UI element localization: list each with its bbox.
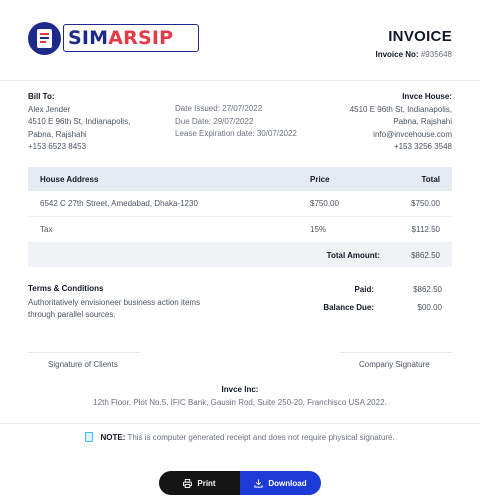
table-row: 6542 C 27th Street, Amedabad, Dhaka-1230… [28, 191, 452, 217]
header-total: Total [421, 174, 440, 184]
invoice-number-label: Invoice No: [375, 50, 419, 59]
download-button[interactable]: Download [240, 471, 321, 495]
header-house-address: House Address [40, 174, 99, 184]
terms-block: Terms & Conditions Authoritatively envis… [28, 283, 208, 322]
paid-value: $862.50 [413, 285, 442, 294]
row-tax-label: Tax [40, 225, 53, 234]
download-icon [254, 478, 263, 488]
company-name: Invce Inc: [221, 385, 259, 394]
total-amount-row: Total Amount: $862.50 [28, 243, 452, 267]
printer-icon [183, 478, 193, 488]
print-button[interactable]: Print [159, 471, 240, 495]
company-address: 12th Floor, Plot No.5, IFIC Bank, Gausin… [93, 398, 387, 407]
lease-expiration: Lease Expiration date: 30/07/2022 [175, 129, 297, 139]
from-city: Pabna, Rajshahi [393, 117, 452, 127]
footer-divider [0, 423, 480, 424]
print-button-label: Print [197, 478, 216, 488]
note-label: NOTE: [100, 433, 126, 442]
bill-to-block: Bill To: Alex Jender 4510 E 96th St, Ind… [28, 91, 130, 154]
table-header: House Address Price Total [28, 167, 452, 191]
from-heading: Invce House: [402, 92, 452, 101]
client-signature-label: Signature of Clients [48, 360, 118, 369]
date-issued: Date Issued: 27/07/2022 [175, 104, 263, 113]
note-text: This is computer generated receipt and d… [127, 433, 395, 442]
balance-label: Balance Due: [323, 303, 374, 312]
bill-to-phone: +153 6523 8453 [28, 142, 87, 152]
note-line: NOTE: This is computer generated receipt… [0, 432, 480, 442]
bill-to-name: Alex Jender [28, 104, 71, 114]
from-phone: +153 3256 3548 [393, 142, 452, 152]
paid-label: Paid: [354, 285, 374, 294]
dates-block: Date Issued: 27/07/2022 Due Date: 29/07/… [175, 103, 297, 141]
bill-to-city: Pabna, Rajshahi [28, 129, 87, 139]
action-buttons: Print Download [159, 471, 321, 495]
company-signature-label: Company Signature [359, 360, 430, 369]
bill-to-heading: Bill To: [28, 92, 55, 101]
row-total: $750.00 [411, 199, 440, 208]
balance-row: Balance Due: $00.00 [320, 303, 442, 321]
due-date: Due Date: 29/07/2022 [175, 116, 254, 126]
terms-body: Authoritatively envisioneer business act… [28, 297, 201, 320]
invoice-number: Invoice No: #935648 [375, 50, 452, 59]
brand-logo: SIMARSIP [28, 22, 199, 56]
bill-to-street: 4510 E 96th St, Indianapolis, [28, 117, 131, 127]
invoice-number-value: #935648 [420, 50, 452, 59]
document-icon [37, 29, 52, 48]
logo-wordmark: SIMARSIP [68, 27, 173, 49]
terms-heading: Terms & Conditions [28, 284, 104, 293]
from-street: 4510 E 96th St, Indianapolis, [349, 104, 452, 114]
header-divider [0, 80, 480, 81]
logo-wordmark-box: SIMARSIP [63, 24, 199, 52]
logo-wordmark-dark: SIM [68, 27, 109, 49]
row-price: $750.00 [310, 199, 339, 208]
invoice-table: House Address Price Total 6542 C 27th St… [28, 167, 452, 267]
document-icon [85, 432, 94, 442]
from-email: info@invcehouse.com [373, 129, 452, 139]
header-price: Price [310, 174, 330, 184]
total-amount-value: $862.50 [411, 250, 440, 260]
client-signature-line [28, 352, 140, 353]
invoice-header: SIMARSIP INVOICE Invoice No: #935648 [0, 0, 480, 80]
row-tax-rate: 15% [310, 225, 327, 234]
paid-row: Paid: $862.50 [320, 285, 442, 303]
total-amount-label: Total Amount: [326, 250, 380, 260]
payment-summary: Paid: $862.50 Balance Due: $00.00 [320, 285, 442, 321]
table-row: Tax 15% $112.50 [28, 217, 452, 243]
invoice-title: INVOICE [388, 28, 452, 45]
download-button-label: Download [268, 478, 307, 488]
balance-value: $00.00 [417, 303, 442, 312]
row-tax-amount: $112.50 [411, 225, 440, 234]
logo-wordmark-red: ARSIP [108, 27, 174, 49]
from-block: Invce House: 4510 E 96th St, Indianapoli… [350, 91, 452, 154]
row-address: 6542 C 27th Street, Amedabad, Dhaka-1230 [40, 199, 198, 208]
company-signature-line [340, 352, 452, 353]
